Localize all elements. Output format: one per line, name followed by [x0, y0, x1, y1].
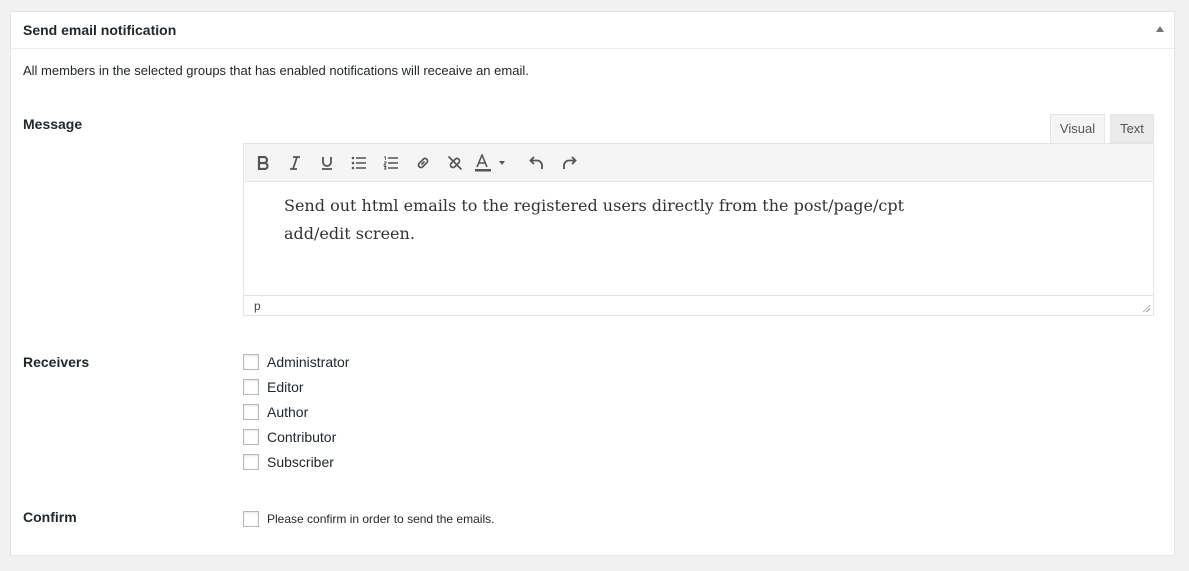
numbered-list-icon[interactable]	[378, 150, 404, 176]
tab-text[interactable]: Text	[1110, 114, 1154, 143]
receiver-author[interactable]: Author	[243, 402, 308, 422]
confirm-label: Confirm	[23, 509, 77, 525]
checkbox[interactable]	[243, 354, 259, 370]
receiver-subscriber[interactable]: Subscriber	[243, 452, 334, 472]
bold-icon[interactable]	[250, 150, 276, 176]
editor-text-line-1: Send out html emails to the registered u…	[284, 196, 905, 215]
receiver-editor[interactable]: Editor	[243, 377, 304, 397]
undo-icon[interactable]	[524, 150, 550, 176]
panel-header[interactable]: Send email notification	[11, 12, 1174, 49]
checkbox[interactable]	[243, 454, 259, 470]
confirm-checkbox[interactable]	[243, 511, 259, 527]
editor-content-area[interactable]: Send out html emails to the registered u…	[284, 192, 924, 248]
element-path[interactable]: p	[254, 299, 261, 313]
resize-handle-icon[interactable]	[1142, 304, 1150, 312]
collapse-arrow-icon[interactable]	[1156, 26, 1164, 32]
receivers-label: Receivers	[23, 354, 90, 370]
message-label: Message	[23, 116, 83, 132]
send-email-panel: Send email notification All members in t…	[10, 11, 1175, 556]
underline-icon[interactable]	[314, 150, 340, 176]
receiver-contributor[interactable]: Contributor	[243, 427, 336, 447]
checkbox[interactable]	[243, 379, 259, 395]
message-editor: Send out html emails to the registered u…	[243, 143, 1154, 316]
panel-title: Send email notification	[23, 22, 177, 38]
receiver-label: Administrator	[267, 354, 350, 370]
editor-statusbar: p	[244, 295, 1153, 315]
receiver-administrator[interactable]: Administrator	[243, 352, 349, 372]
tab-visual[interactable]: Visual	[1050, 114, 1105, 144]
text-color-icon[interactable]	[474, 150, 514, 176]
redo-icon[interactable]	[556, 150, 582, 176]
checkbox[interactable]	[243, 404, 259, 420]
receiver-label: Author	[267, 404, 309, 420]
link-icon[interactable]	[410, 150, 436, 176]
checkbox[interactable]	[243, 429, 259, 445]
italic-icon[interactable]	[282, 150, 308, 176]
bullet-list-icon[interactable]	[346, 150, 372, 176]
unlink-icon[interactable]	[442, 150, 468, 176]
confirm-row[interactable]: Please confirm in order to send the emai…	[243, 509, 494, 529]
panel-description: All members in the selected groups that …	[23, 63, 529, 78]
receiver-label: Subscriber	[267, 454, 334, 470]
confirm-text: Please confirm in order to send the emai…	[267, 512, 495, 526]
receiver-label: Contributor	[267, 429, 337, 445]
receiver-label: Editor	[267, 379, 304, 395]
editor-text-line-2: add/edit screen.	[284, 224, 415, 243]
editor-toolbar	[244, 144, 1153, 182]
